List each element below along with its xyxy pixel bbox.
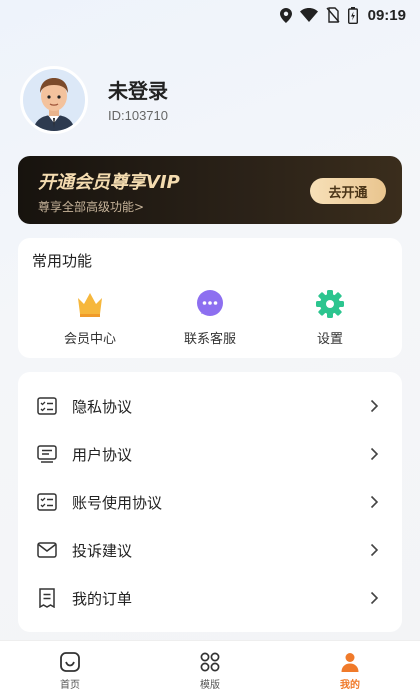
menu-item-label: 隐私协议 xyxy=(72,397,133,416)
status-bar: 09:19 xyxy=(0,0,420,30)
home-icon xyxy=(59,651,81,673)
user-doc-icon xyxy=(36,443,58,465)
chevron-right-icon xyxy=(364,495,384,509)
profile-header[interactable]: 未登录 ID:103710 xyxy=(20,66,168,134)
vip-open-button[interactable]: 去开通 xyxy=(310,178,386,204)
avatar[interactable] xyxy=(20,66,88,134)
order-icon xyxy=(36,587,58,609)
tab-label: 我的 xyxy=(340,679,360,691)
no-sim-icon xyxy=(326,7,340,23)
privacy-doc-icon xyxy=(36,395,58,417)
tab-home[interactable]: 首页 xyxy=(0,641,140,700)
contact-service-label: 联系客服 xyxy=(183,332,236,347)
menu-item-complaint[interactable]: 投诉建议 xyxy=(18,526,402,574)
member-center-label: 会员中心 xyxy=(63,332,116,347)
crown-icon xyxy=(74,288,106,320)
chevron-right-icon xyxy=(364,399,384,413)
wifi-icon xyxy=(299,8,318,22)
tab-templates[interactable]: 模版 xyxy=(140,641,280,700)
menu-item-user-agreement[interactable]: 用户协议 xyxy=(18,430,402,478)
battery-icon xyxy=(347,6,358,24)
tab-label: 首页 xyxy=(60,679,80,691)
menu-item-account-agreement[interactable]: 账号使用协议 xyxy=(18,478,402,526)
chat-icon xyxy=(194,288,226,320)
location-icon xyxy=(279,7,292,23)
gear-icon xyxy=(314,288,346,320)
mail-icon xyxy=(36,539,58,561)
menu-item-label: 用户协议 xyxy=(72,445,133,464)
menu-item-label: 投诉建议 xyxy=(72,541,133,560)
menu-item-orders[interactable]: 我的订单 xyxy=(18,574,402,622)
member-center-button[interactable]: 会员中心 xyxy=(40,288,140,347)
contact-service-button[interactable]: 联系客服 xyxy=(160,288,260,347)
account-doc-icon xyxy=(36,491,58,513)
settings-button[interactable]: 设置 xyxy=(280,288,380,347)
grid-icon xyxy=(199,651,221,673)
menu-list: 隐私协议 用户协议 账号使用协议 投诉建议 我的订单 xyxy=(18,372,402,632)
common-functions-card: 常用功能 会员中心 联系客服 设置 xyxy=(18,238,402,358)
menu-item-label: 我的订单 xyxy=(72,589,133,608)
chevron-right-icon xyxy=(364,591,384,605)
vip-banner[interactable]: 开通会员尊享VIP 尊享全部高级功能> 去开通 xyxy=(18,156,402,224)
menu-item-label: 账号使用协议 xyxy=(72,493,163,512)
bottom-tab-bar: 首页 模版 我的 xyxy=(0,640,420,700)
chevron-right-icon xyxy=(364,447,384,461)
avatar-icon xyxy=(33,78,75,131)
profile-info: 未登录 ID:103710 xyxy=(108,78,168,123)
status-time: 09:19 xyxy=(367,6,406,24)
common-functions-title: 常用功能 xyxy=(32,252,93,270)
tab-mine[interactable]: 我的 xyxy=(280,641,420,700)
chevron-right-icon xyxy=(364,543,384,557)
menu-item-privacy[interactable]: 隐私协议 xyxy=(18,382,402,430)
user-name[interactable]: 未登录 xyxy=(108,78,168,104)
vip-title: 开通会员尊享VIP xyxy=(38,172,180,193)
tab-label: 模版 xyxy=(200,679,220,691)
person-icon xyxy=(339,651,361,673)
vip-subtitle[interactable]: 尊享全部高级功能> xyxy=(38,198,144,215)
settings-label: 设置 xyxy=(316,332,343,347)
user-id: ID:103710 xyxy=(108,107,168,123)
